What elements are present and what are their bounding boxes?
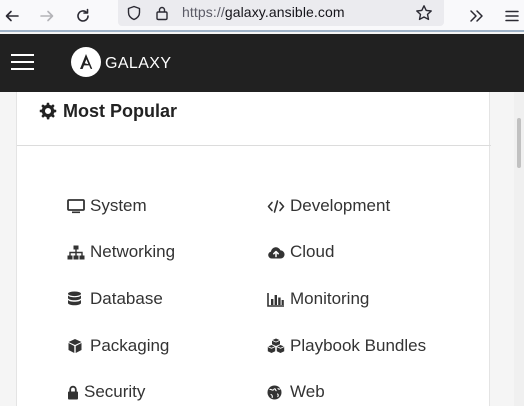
chevrons-right-icon xyxy=(470,10,483,22)
category-packaging[interactable]: Packaging xyxy=(67,336,169,356)
browser-toolbar: https://galaxy.ansible.com xyxy=(0,0,524,32)
category-label: Networking xyxy=(90,242,176,261)
most-popular-card: Most Popular System Networking Database … xyxy=(16,92,491,406)
gear-icon xyxy=(39,102,57,120)
back-button[interactable] xyxy=(0,4,24,28)
bar-chart-icon xyxy=(267,291,287,307)
lock-icon xyxy=(67,384,81,400)
category-system[interactable]: System xyxy=(67,196,147,216)
forward-arrow-icon xyxy=(40,10,54,22)
hamburger-bar xyxy=(11,68,34,70)
back-arrow-icon xyxy=(5,10,19,22)
sitemap-icon xyxy=(67,244,87,260)
category-label: Packaging xyxy=(90,336,170,355)
desktop-icon xyxy=(67,198,87,214)
hamburger-menu-button[interactable] xyxy=(11,54,35,72)
main-content: Most Popular System Networking Database … xyxy=(0,92,524,406)
category-label: Monitoring xyxy=(290,289,370,308)
category-label: Development xyxy=(290,196,391,215)
card-header: Most Popular xyxy=(17,92,491,146)
url-text[interactable]: https://galaxy.ansible.com xyxy=(182,4,345,20)
menu-lines-icon xyxy=(505,10,519,22)
cubes-icon xyxy=(267,338,287,354)
cube-icon xyxy=(67,338,87,354)
shield-icon[interactable] xyxy=(126,5,142,21)
app-menu-button[interactable] xyxy=(500,4,524,28)
category-development[interactable]: Development xyxy=(267,196,390,216)
scrollbar-thumb[interactable] xyxy=(517,118,521,168)
category-label: Cloud xyxy=(290,242,335,261)
code-icon xyxy=(267,198,287,214)
url-host: galaxy.ansible.com xyxy=(224,4,345,20)
category-label: Web xyxy=(290,382,325,401)
url-prefix: https:// xyxy=(182,4,225,20)
hamburger-bar xyxy=(11,61,34,63)
hamburger-bar xyxy=(11,54,34,56)
category-networking[interactable]: Networking xyxy=(67,242,175,262)
reload-button[interactable] xyxy=(71,4,95,28)
category-web[interactable]: Web xyxy=(267,382,325,402)
lock-icon[interactable] xyxy=(155,5,169,21)
brand-name[interactable]: GALAXY xyxy=(105,55,171,73)
address-bar[interactable]: https://galaxy.ansible.com xyxy=(118,0,444,26)
card-title: Most Popular xyxy=(63,101,178,121)
reload-icon xyxy=(77,8,89,22)
category-database[interactable]: Database xyxy=(67,289,163,309)
globe-icon xyxy=(267,384,287,400)
cloud-upload-icon xyxy=(267,244,287,260)
forward-button[interactable] xyxy=(35,4,59,28)
ansible-a-icon xyxy=(80,54,93,69)
category-label: System xyxy=(90,196,147,215)
category-label: Playbook Bundles xyxy=(290,336,427,355)
bookmark-star-icon[interactable] xyxy=(415,4,433,22)
category-security[interactable]: Security xyxy=(67,382,145,402)
category-playbook-bundles[interactable]: Playbook Bundles xyxy=(267,336,426,356)
database-icon xyxy=(67,291,87,307)
category-label: Database xyxy=(90,289,163,308)
page-scrollbar[interactable] xyxy=(514,92,524,406)
site-header: GALAXY xyxy=(0,34,524,92)
category-monitoring[interactable]: Monitoring xyxy=(267,289,369,309)
ansible-logo[interactable] xyxy=(71,47,101,77)
overflow-menu-button[interactable] xyxy=(464,4,488,28)
category-cloud[interactable]: Cloud xyxy=(267,242,334,262)
category-label: Security xyxy=(84,382,146,401)
